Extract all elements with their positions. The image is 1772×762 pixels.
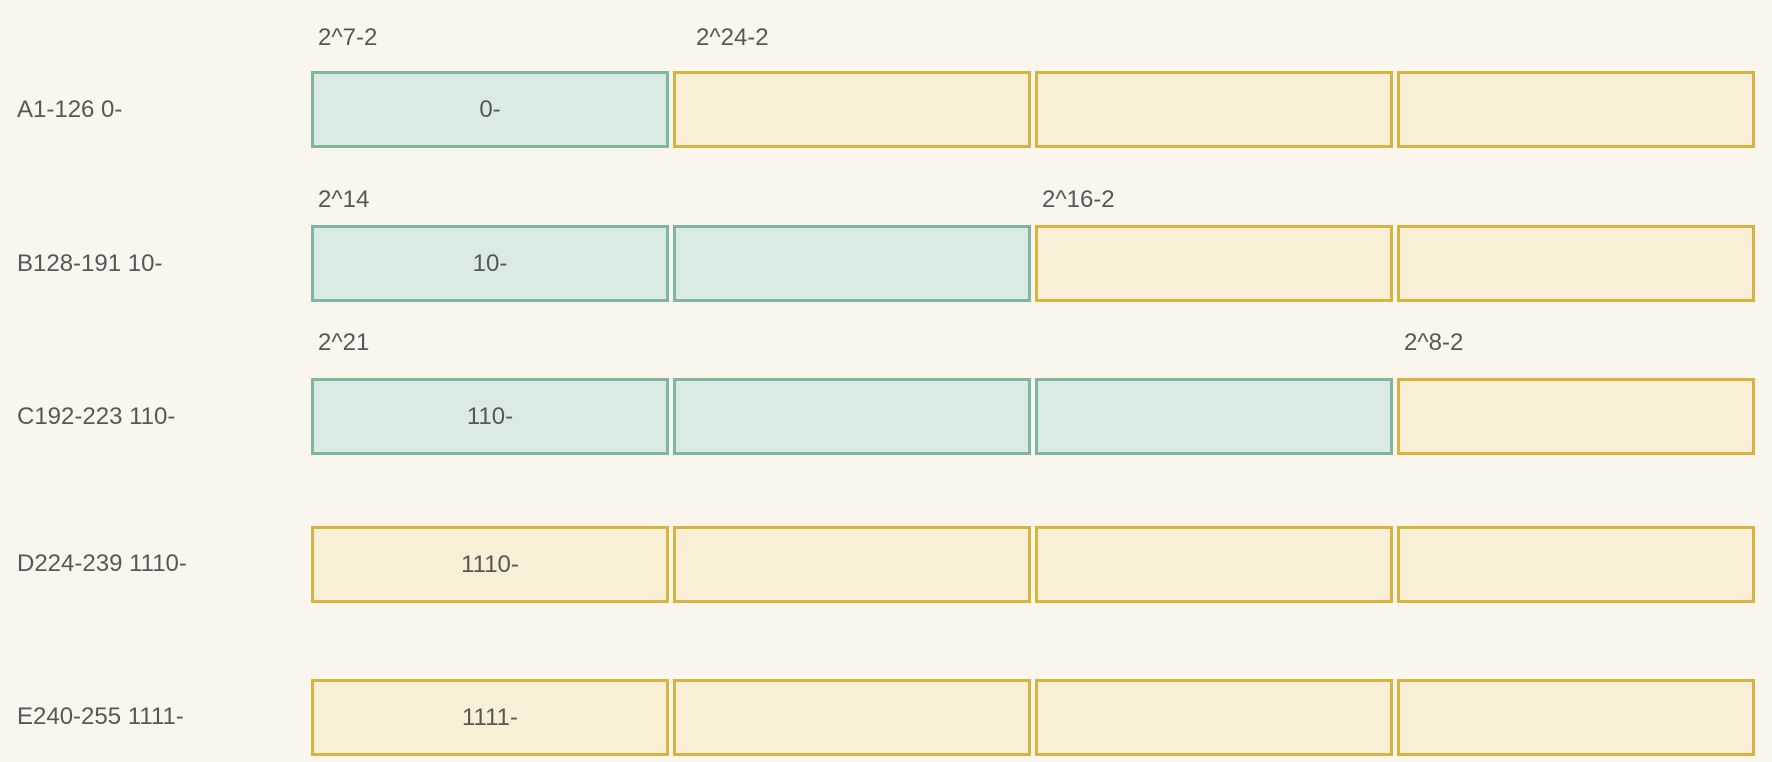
- class-d-label: D224-239 1110-: [17, 550, 187, 577]
- class-d-octet-3: [1035, 526, 1393, 603]
- class-b-host-count: 2^16-2: [1042, 186, 1115, 213]
- class-b-prefix: 10-: [472, 249, 508, 277]
- class-a-label: A1-126 0-: [17, 96, 123, 123]
- class-e-octet-1: 1111-: [311, 679, 669, 756]
- class-c-network-count: 2^21: [318, 329, 370, 356]
- class-d-octet-4: [1397, 526, 1755, 603]
- class-b-octet-1: 10-: [311, 225, 669, 302]
- class-d-prefix: 1110-: [461, 550, 519, 578]
- class-a-octet-3: [1035, 71, 1393, 148]
- class-b-octet-3: [1035, 225, 1393, 302]
- class-a-prefix: 0-: [479, 95, 501, 123]
- class-c-octet-2: [673, 378, 1031, 455]
- class-e-octet-2: [673, 679, 1031, 756]
- class-c-octet-4: [1397, 378, 1755, 455]
- class-a-host-count: 2^24-2: [696, 24, 769, 51]
- class-b-label: B128-191 10-: [17, 250, 163, 277]
- class-e-octet-3: [1035, 679, 1393, 756]
- class-c-host-count: 2^8-2: [1404, 329, 1464, 356]
- class-d-octet-2: [673, 526, 1031, 603]
- class-e-prefix: 1111-: [461, 703, 519, 731]
- class-a-network-count: 2^7-2: [318, 24, 378, 51]
- class-a-octet-2: [673, 71, 1031, 148]
- class-b-octet-2: [673, 225, 1031, 302]
- class-c-octet-1: 110-: [311, 378, 669, 455]
- class-d-octet-1: 1110-: [311, 526, 669, 603]
- class-c-octet-3: [1035, 378, 1393, 455]
- class-b-network-count: 2^14: [318, 186, 370, 213]
- class-a-octet-4: [1397, 71, 1755, 148]
- class-c-prefix: 110-: [466, 402, 514, 430]
- class-b-octet-4: [1397, 225, 1755, 302]
- class-c-label: C192-223 110-: [17, 403, 176, 430]
- class-e-label: E240-255 1111-: [17, 703, 184, 730]
- class-e-octet-4: [1397, 679, 1755, 756]
- class-a-octet-1: 0-: [311, 71, 669, 148]
